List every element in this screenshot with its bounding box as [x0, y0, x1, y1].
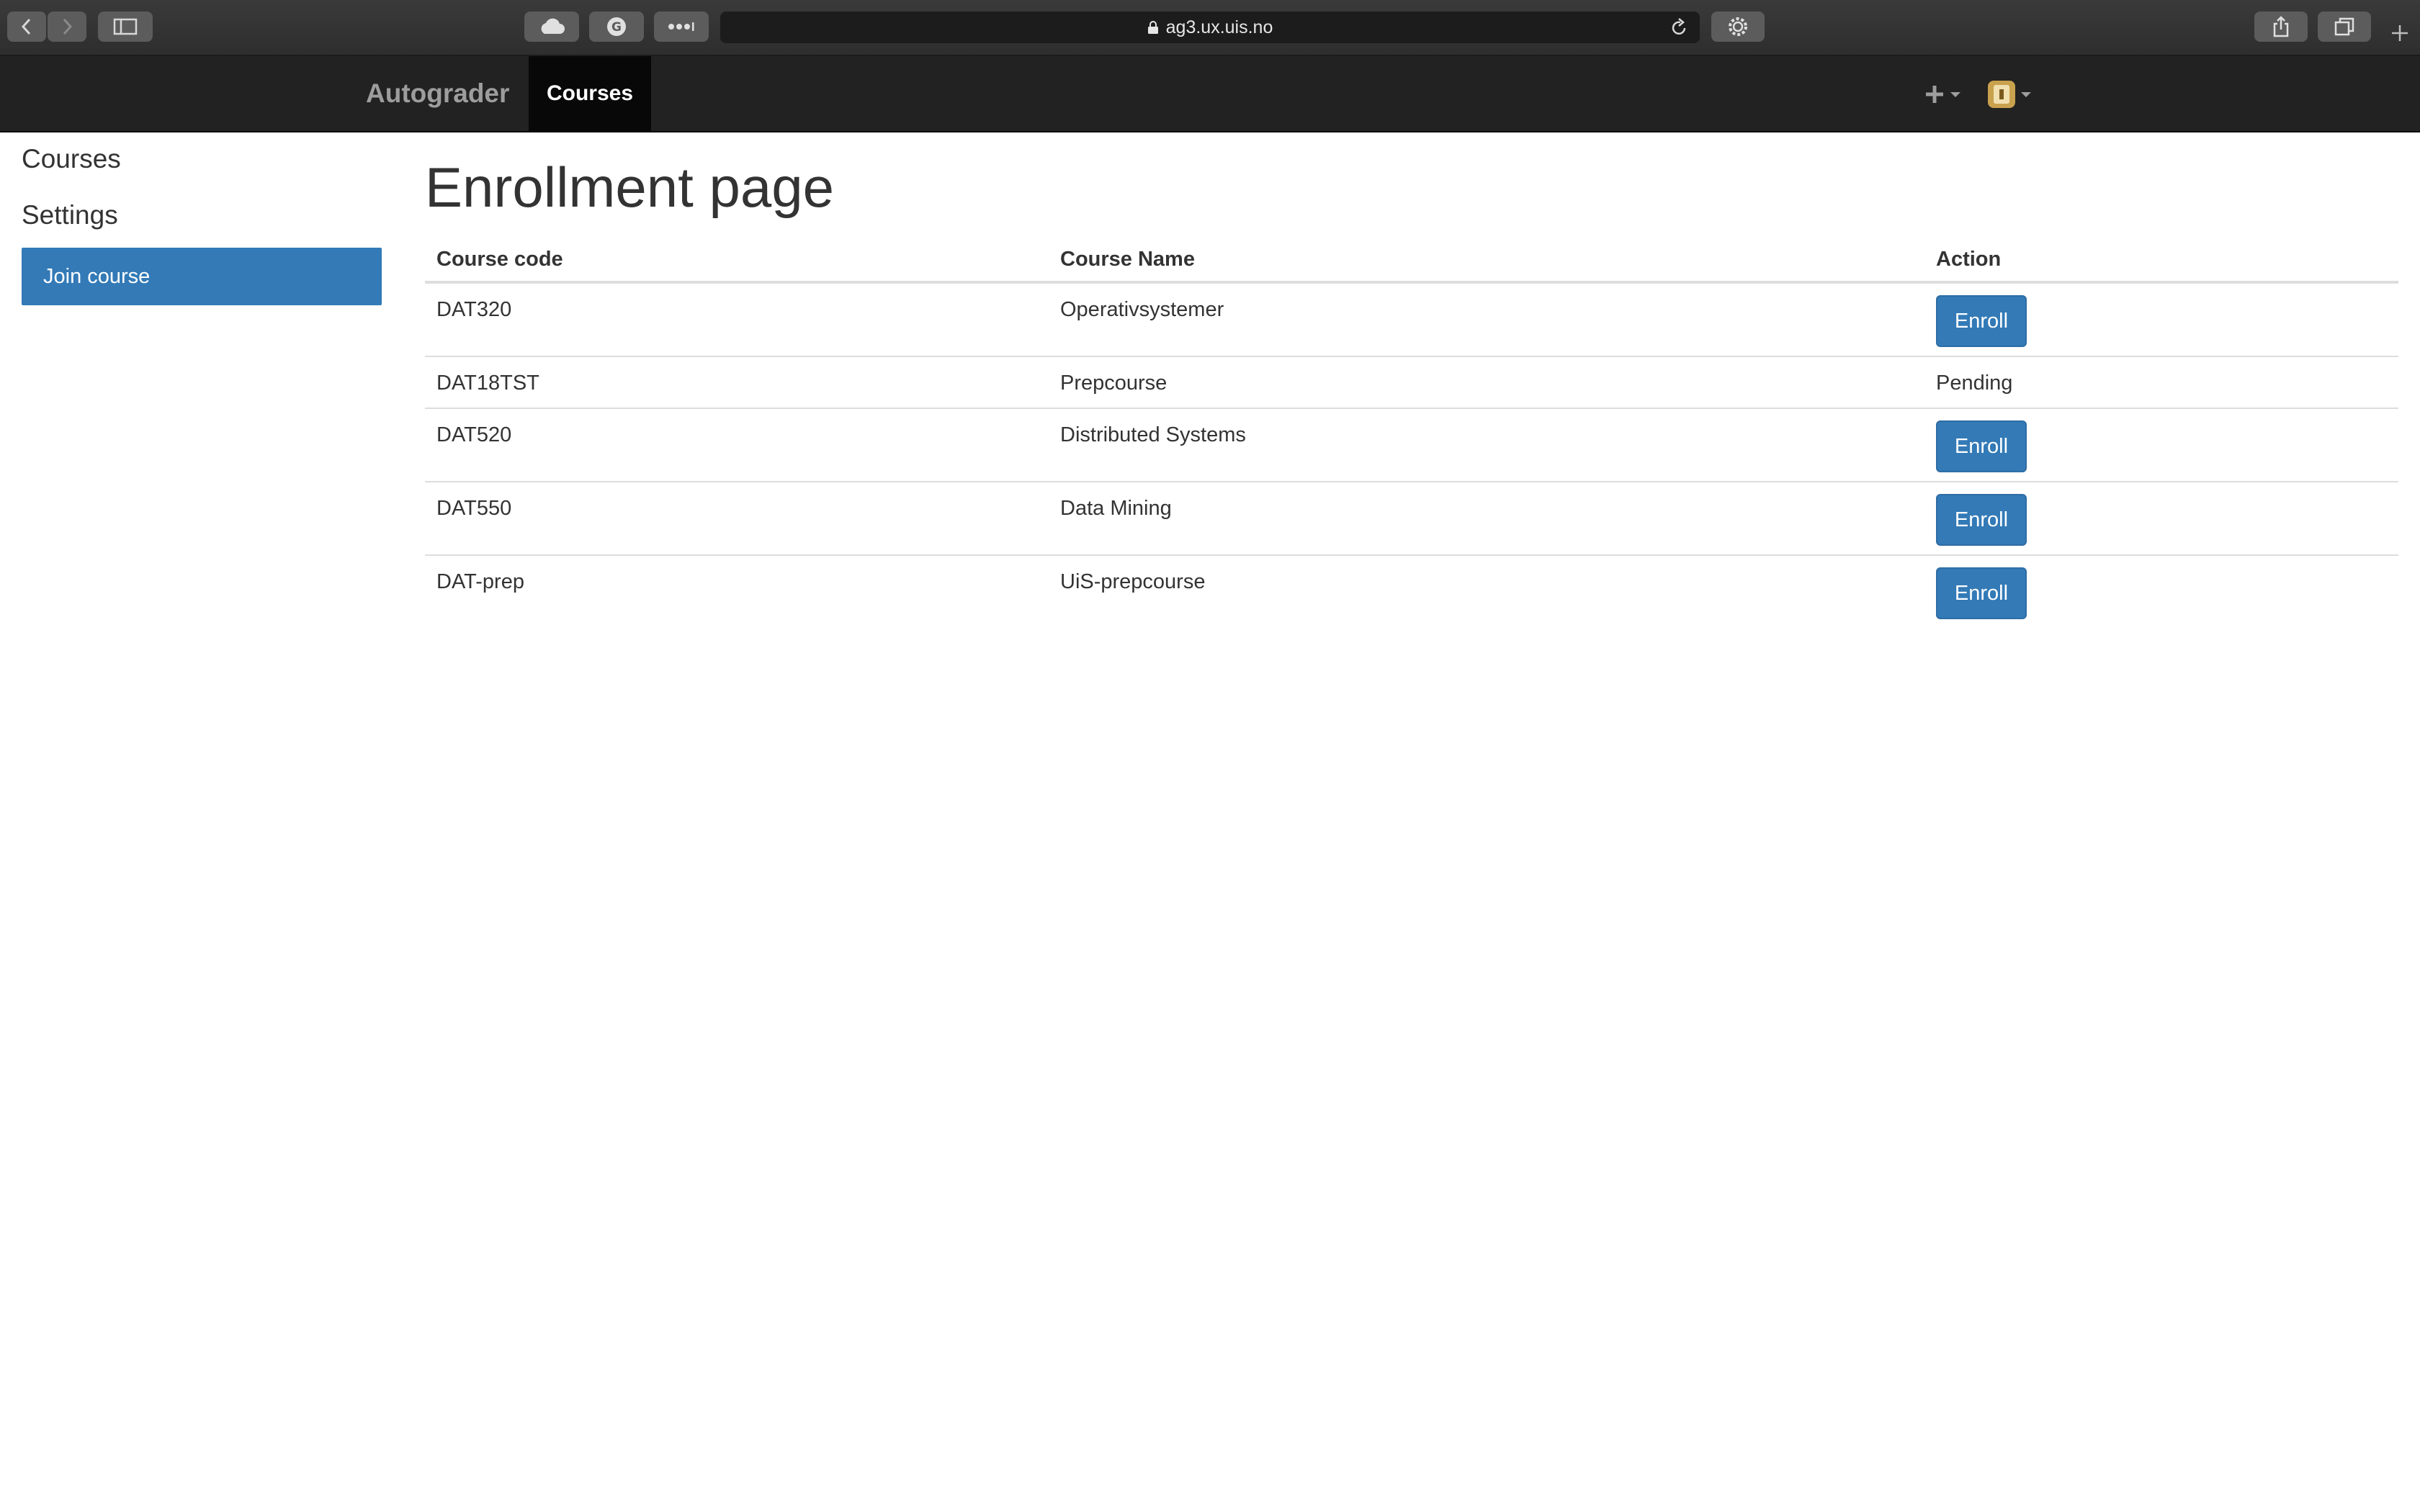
url-text: ag3.ux.uis.no	[1165, 17, 1273, 37]
enroll-button[interactable]: Enroll	[1936, 420, 2027, 472]
sidebar: Courses Settings Join course	[22, 131, 382, 305]
gear-icon	[1729, 17, 1747, 36]
page-title: Enrollment page	[425, 156, 835, 219]
sidebar-item-join-course[interactable]: Join course	[22, 248, 382, 305]
more-dots-icon	[668, 22, 694, 31]
course-code-cell: DAT520	[425, 408, 1049, 482]
course-name: Prepcourse	[1060, 372, 1168, 395]
sidebar-heading-settings[interactable]: Settings	[22, 187, 382, 243]
course-code-cell: DAT18TST	[425, 356, 1049, 408]
main-content: Enrollment page Course code Course Name …	[425, 131, 2398, 628]
sidebar-heading-courses[interactable]: Courses	[22, 131, 382, 187]
sidebar-icon	[113, 18, 138, 35]
settings-button[interactable]	[1711, 12, 1765, 42]
enrollment-table: Course code Course Name Action DAT320 Op…	[425, 238, 2398, 628]
course-name: Operativsystemer	[1060, 298, 1224, 321]
plus-icon	[1926, 86, 1943, 103]
address-bar[interactable]: ag3.ux.uis.no	[720, 12, 1700, 43]
lock-icon	[1147, 21, 1158, 34]
course-name: UiS-prepcourse	[1060, 570, 1206, 593]
table-row: DAT18TST Prepcourse Pending	[425, 356, 2398, 408]
grammarly-button[interactable]: G	[589, 12, 644, 42]
table-header-row: Course code Course Name Action	[425, 238, 2398, 284]
column-header-action: Action	[1924, 238, 2398, 284]
course-name: Distributed Systems	[1060, 423, 1246, 446]
tabs-icon	[2334, 17, 2354, 36]
icloud-button[interactable]	[524, 12, 579, 42]
course-code-cell: DAT-prep	[425, 554, 1049, 628]
action-cell: Enroll	[1924, 554, 2398, 628]
share-icon	[2273, 16, 2289, 37]
browser-toolbar: G ag3.ux.uis.no	[0, 0, 2420, 56]
user-menu-button[interactable]	[1986, 75, 2033, 114]
column-header-course-code: Course code	[425, 238, 1049, 284]
enroll-button[interactable]: Enroll	[1936, 295, 2027, 347]
course-name-cell: Operativsystemer	[1049, 282, 1924, 356]
caret-down-icon	[1950, 91, 1960, 97]
course-name-cell: UiS-prepcourse	[1049, 554, 1924, 628]
action-cell: Pending	[1924, 356, 2398, 408]
extensions-button[interactable]	[654, 12, 709, 42]
action-cell: Enroll	[1924, 282, 2398, 356]
enroll-button[interactable]: Enroll	[1936, 494, 2027, 546]
course-code-cell: DAT320	[425, 282, 1049, 356]
caret-down-icon	[2021, 91, 2031, 97]
column-header-course-name: Course Name	[1049, 238, 1924, 284]
pending-status: Pending	[1936, 372, 2013, 395]
cloud-icon	[541, 18, 565, 34]
action-cell: Enroll	[1924, 408, 2398, 482]
grammarly-icon: G	[607, 17, 626, 36]
enroll-button[interactable]: Enroll	[1936, 567, 2027, 619]
course-code: DAT-prep	[436, 570, 524, 593]
course-name-cell: Distributed Systems	[1049, 408, 1924, 482]
course-name-cell: Prepcourse	[1049, 356, 1924, 408]
nav-tab-courses[interactable]: Courses	[529, 56, 651, 131]
course-name-cell: Data Mining	[1049, 481, 1924, 555]
table-row: DAT-prep UiS-prepcourse Enroll	[425, 554, 2398, 628]
new-tab-icon[interactable]	[2390, 23, 2410, 43]
table-row: DAT550 Data Mining Enroll	[425, 481, 2398, 555]
course-code: DAT520	[436, 423, 512, 446]
brand-link[interactable]: Autograder	[366, 56, 509, 131]
chevron-left-icon	[21, 18, 31, 35]
forward-button[interactable]	[48, 12, 86, 42]
course-code: DAT320	[436, 298, 512, 321]
course-code: DAT18TST	[436, 372, 539, 395]
app-navbar: Autograder Courses	[0, 56, 2420, 132]
course-name: Data Mining	[1060, 497, 1172, 520]
action-cell: Enroll	[1924, 481, 2398, 555]
course-code: DAT550	[436, 497, 512, 520]
add-menu-button[interactable]	[1923, 76, 1966, 112]
share-button[interactable]	[2254, 12, 2308, 42]
sidebar-toggle-button[interactable]	[98, 12, 153, 42]
course-code-cell: DAT550	[425, 481, 1049, 555]
table-row: DAT320 Operativsystemer Enroll	[425, 282, 2398, 356]
tabs-overview-button[interactable]	[2318, 12, 2371, 42]
back-button[interactable]	[7, 12, 46, 42]
user-avatar-icon	[1988, 81, 2015, 108]
chevron-right-icon	[63, 18, 73, 35]
svg-text:G: G	[611, 20, 622, 35]
reload-icon[interactable]	[1670, 17, 1688, 37]
table-row: DAT520 Distributed Systems Enroll	[425, 408, 2398, 482]
